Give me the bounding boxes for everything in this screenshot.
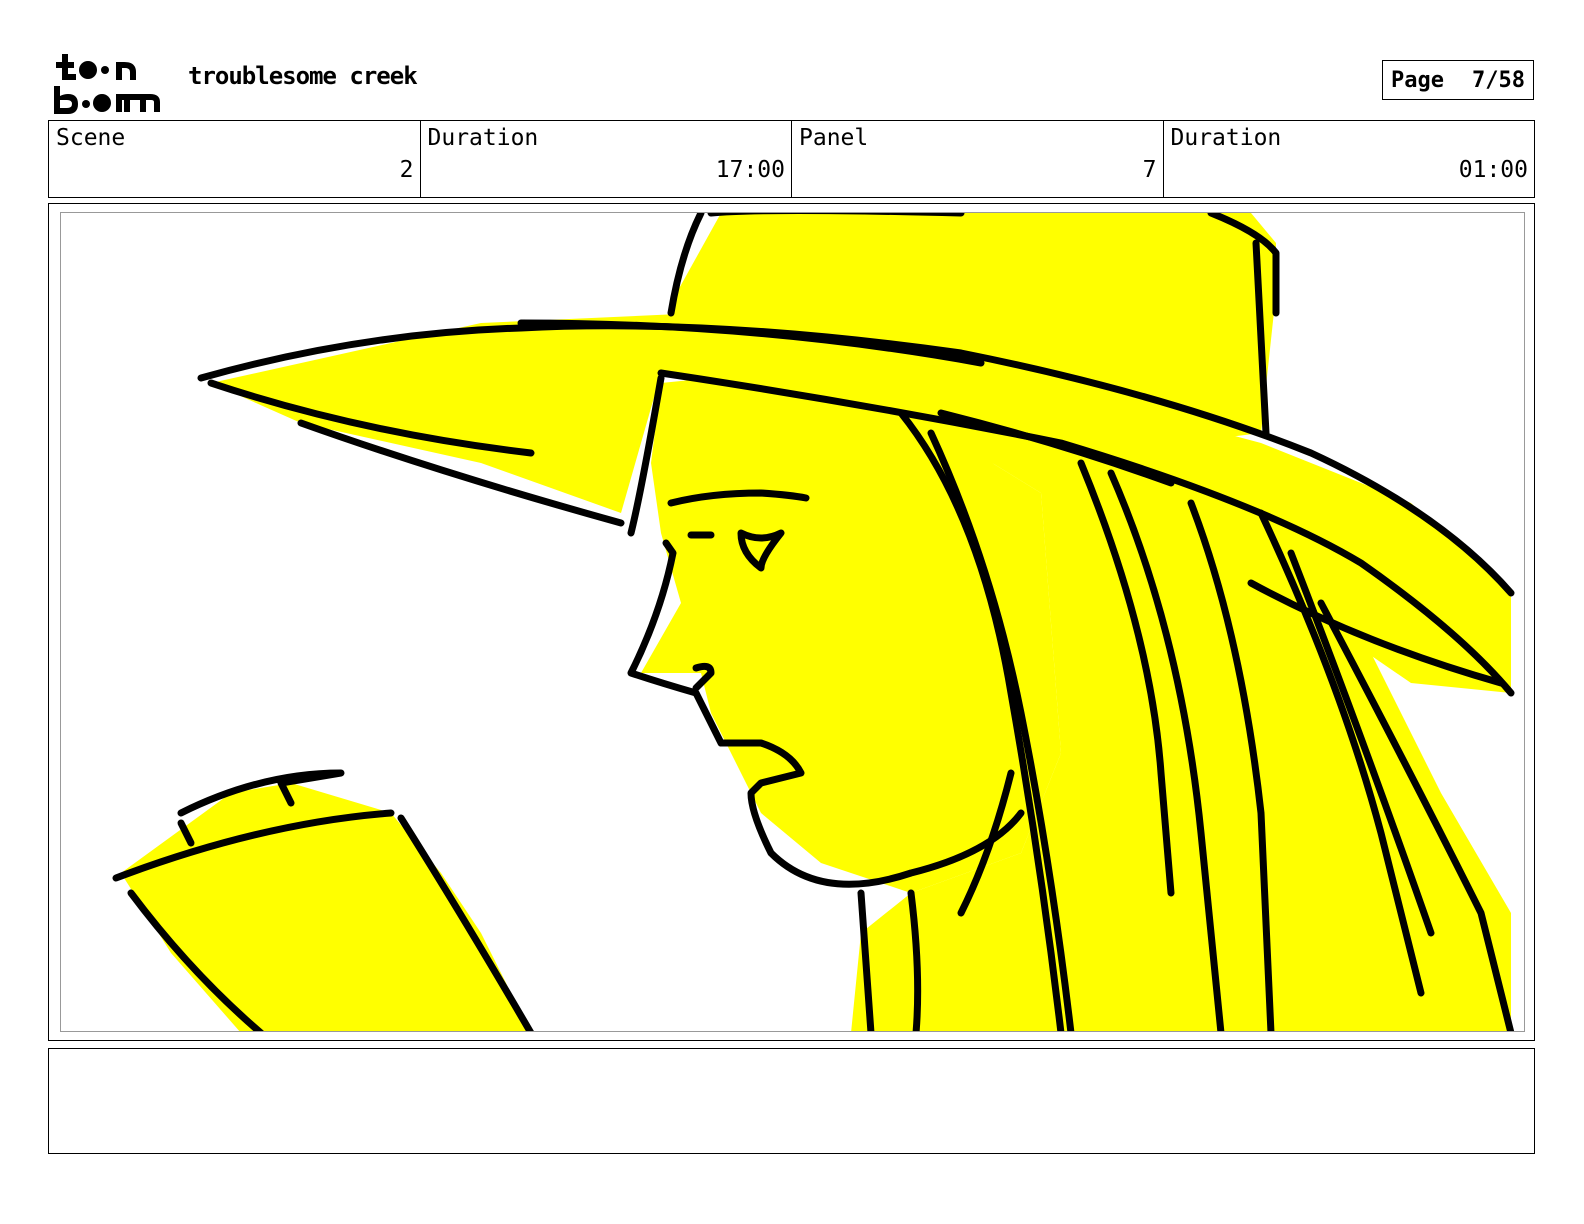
scene-duration-value: 17:00 [715, 157, 785, 183]
panel-duration-label: Duration [1170, 125, 1282, 151]
panel-cell: Panel 7 [792, 121, 1164, 197]
panel-duration-cell: Duration 01:00 [1164, 121, 1535, 197]
panel-notes-box [48, 1048, 1535, 1154]
panel-label: Panel [799, 125, 869, 151]
page-label: Page [1391, 67, 1444, 93]
panel-info-row: Scene 2 Duration 17:00 Panel 7 Duration … [48, 120, 1535, 198]
project-title: troublesome creek [188, 62, 418, 90]
scene-duration-cell: Duration 17:00 [421, 121, 792, 197]
scene-duration-label: Duration [427, 125, 539, 151]
page-number: 7/58 [1472, 67, 1525, 93]
scene-cell: Scene 2 [49, 121, 421, 197]
storyboard-panel-frame [48, 203, 1535, 1041]
scene-label: Scene [56, 125, 126, 151]
panel-value: 7 [1142, 157, 1157, 183]
page-indicator: Page 7/58 [1382, 60, 1534, 100]
toon-boom-logo [50, 52, 166, 114]
sketch-girl-in-hat-icon [112, 213, 1515, 1031]
scene-value: 2 [399, 157, 414, 183]
panel-duration-value: 01:00 [1458, 157, 1528, 183]
storyboard-panel-image [60, 212, 1525, 1032]
